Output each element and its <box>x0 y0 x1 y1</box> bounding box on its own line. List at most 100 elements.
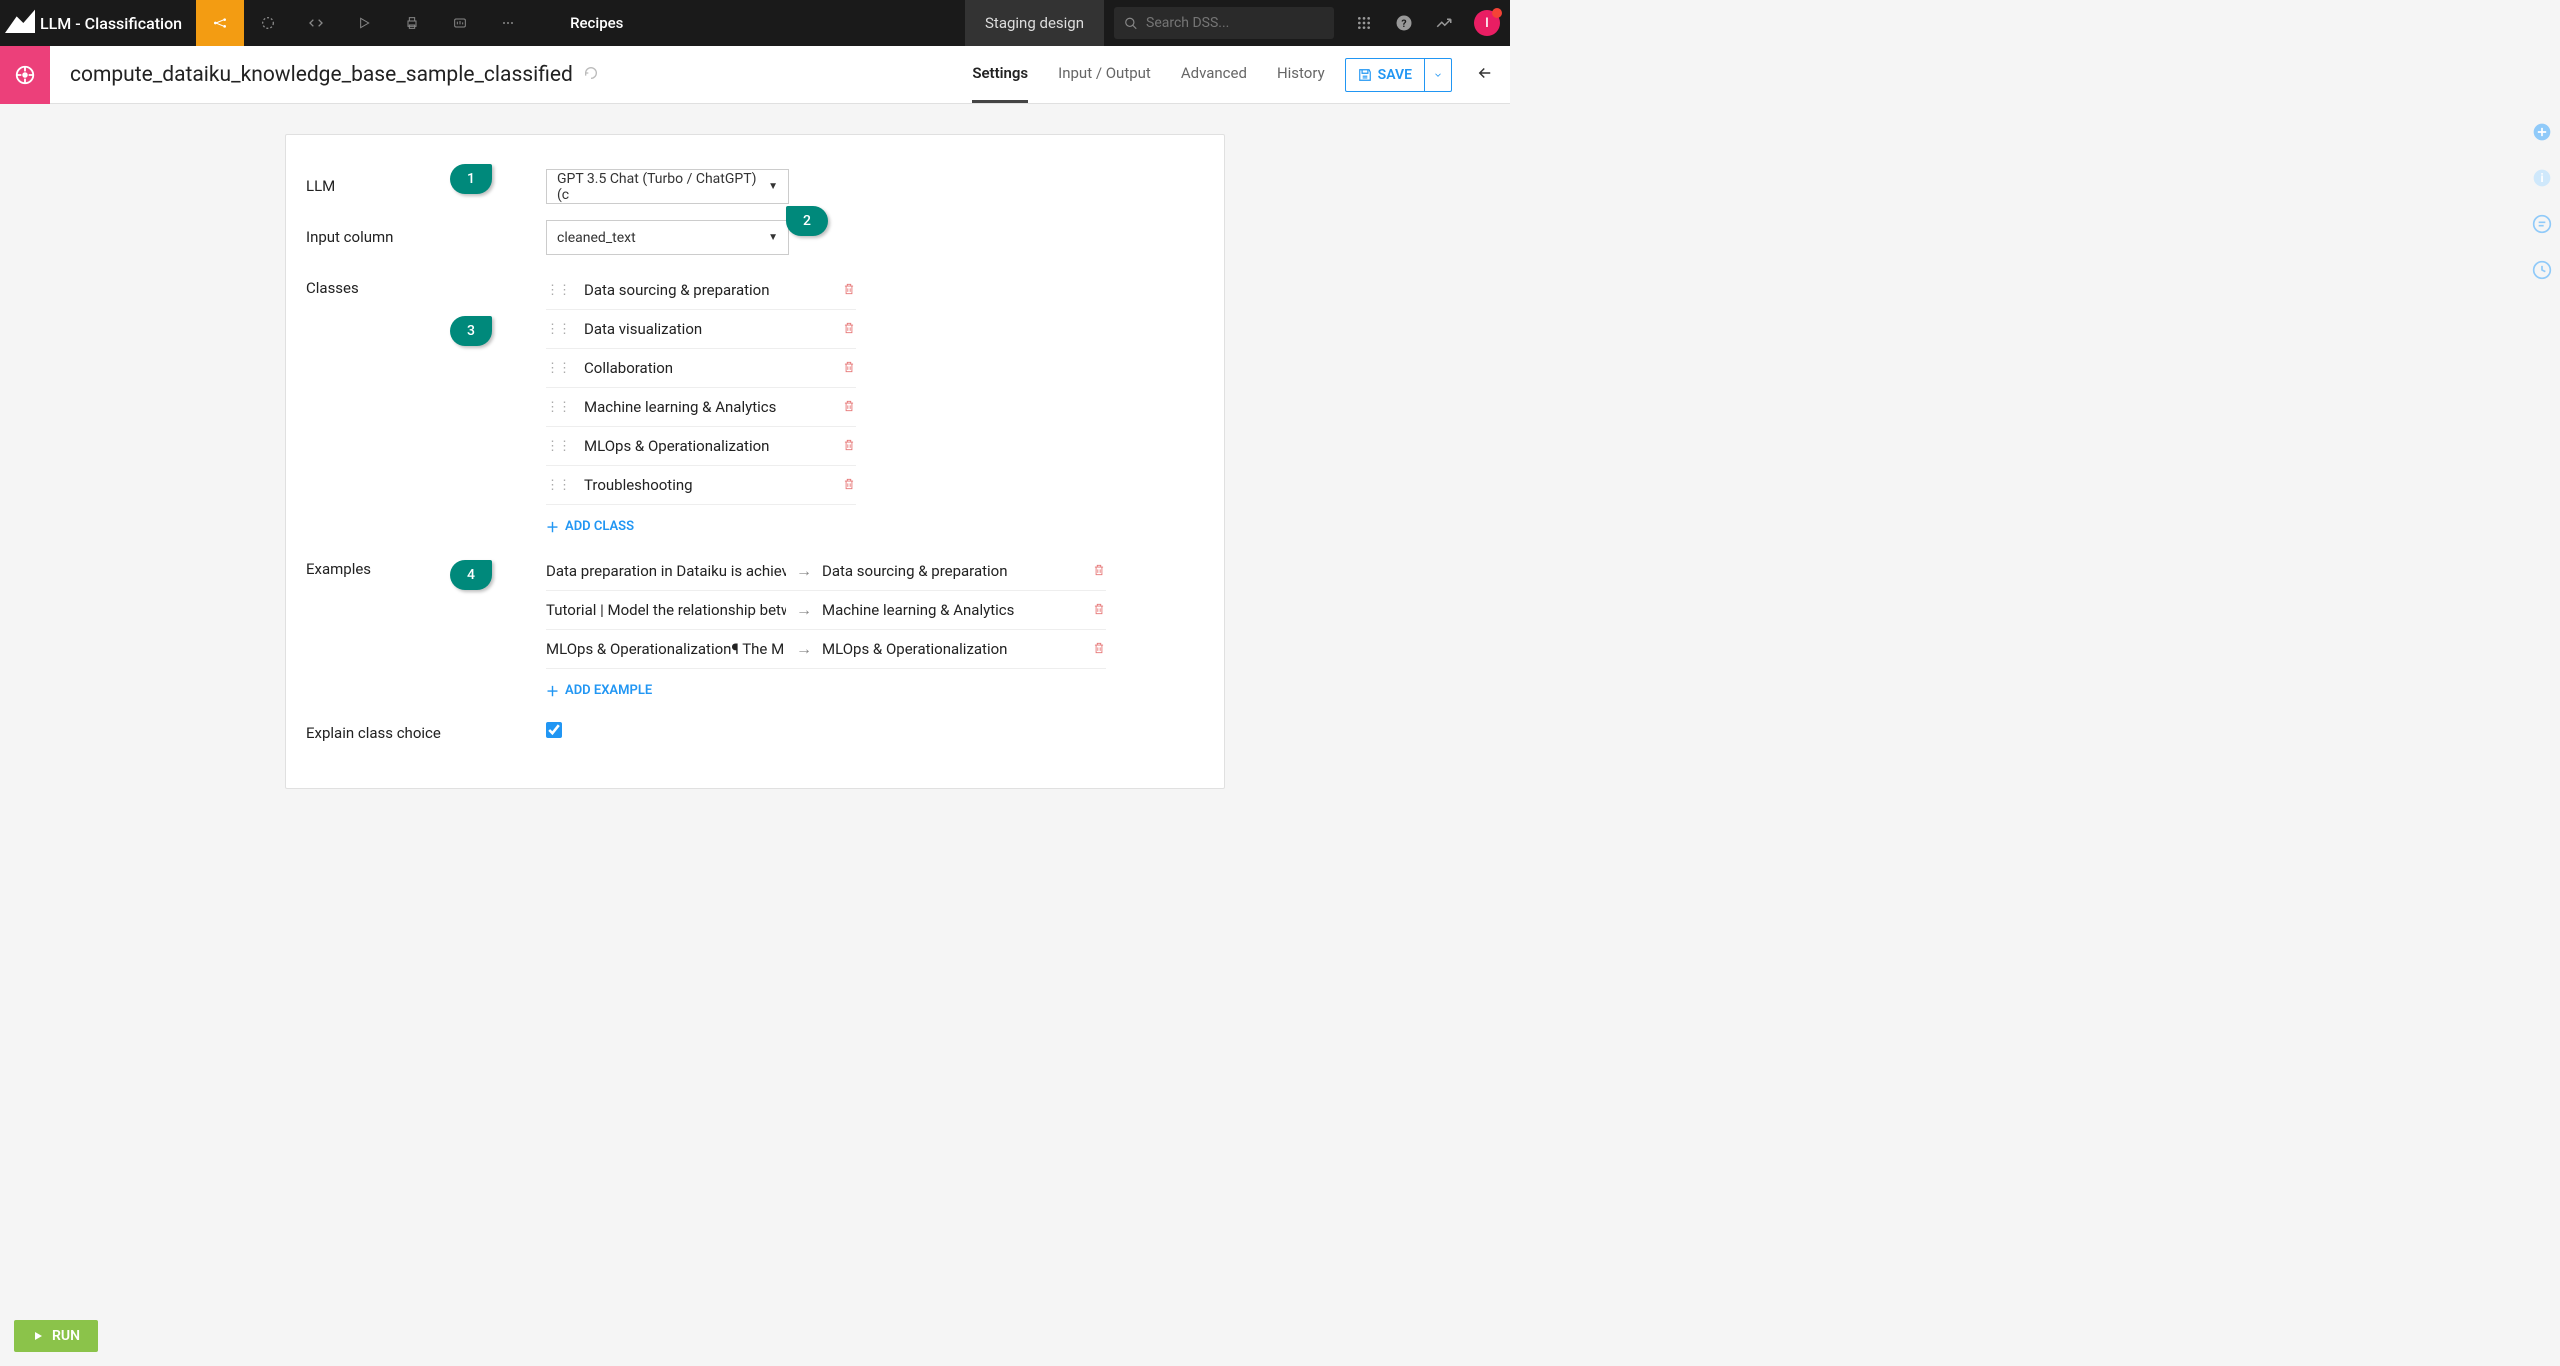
info-circle-icon[interactable]: i <box>2530 166 2554 190</box>
recipe-type-icon <box>0 46 50 104</box>
drag-handle-icon[interactable]: ⋮⋮ <box>546 439 570 454</box>
refresh-icon[interactable] <box>583 65 599 85</box>
clock-circle-icon[interactable] <box>2530 258 2554 282</box>
search-input[interactable] <box>1146 15 1324 31</box>
llm-label: LLM <box>306 169 546 195</box>
trash-icon[interactable] <box>1092 562 1106 581</box>
search-box[interactable] <box>1114 7 1334 39</box>
recipes-label[interactable]: Recipes <box>570 14 623 32</box>
example-output[interactable]: Machine learning & Analytics <box>822 601 1082 619</box>
drag-handle-icon[interactable]: ⋮⋮ <box>546 400 570 415</box>
example-output[interactable]: Data sourcing & preparation <box>822 562 1082 580</box>
sub-header: compute_dataiku_knowledge_base_sample_cl… <box>0 46 1510 104</box>
save-label: SAVE <box>1378 67 1412 83</box>
class-name[interactable]: MLOps & Operationalization <box>584 437 842 455</box>
trash-icon[interactable] <box>842 398 856 417</box>
explain-label: Explain class choice <box>306 716 546 742</box>
class-row: ⋮⋮ Data sourcing & preparation <box>546 271 856 310</box>
classes-label: Classes <box>306 271 546 297</box>
staging-button[interactable]: Staging design <box>965 0 1104 46</box>
class-name[interactable]: Machine learning & Analytics <box>584 398 842 416</box>
tab-input-output[interactable]: Input / Output <box>1058 46 1151 103</box>
arrow-right-icon: → <box>796 561 812 581</box>
add-example-button[interactable]: ＋ADD EXAMPLE <box>546 681 1106 700</box>
callout-2: 2 <box>786 206 828 236</box>
page-title: LLM - Classification <box>40 14 196 33</box>
example-row: Tutorial | Model the relationship betw → M… <box>546 591 1106 630</box>
class-row: ⋮⋮ Collaboration <box>546 349 856 388</box>
class-row: ⋮⋮ Troubleshooting <box>546 466 856 505</box>
run-label: RUN <box>52 1328 80 1344</box>
example-input[interactable]: Tutorial | Model the relationship betw <box>546 601 786 619</box>
plus-circle-icon[interactable] <box>2530 120 2554 144</box>
tab-history[interactable]: History <box>1277 46 1325 103</box>
trash-icon[interactable] <box>1092 601 1106 620</box>
drag-handle-icon[interactable]: ⋮⋮ <box>546 478 570 493</box>
chevron-down-icon: ▼ <box>768 232 778 243</box>
trash-icon[interactable] <box>842 359 856 378</box>
explain-checkbox[interactable] <box>546 722 562 738</box>
arrow-right-icon: → <box>796 600 812 620</box>
flow-icon[interactable] <box>196 0 244 46</box>
callout-4: 4 <box>450 560 492 590</box>
examples-label: Examples <box>306 552 546 578</box>
run-button[interactable]: RUN <box>14 1320 98 1352</box>
drag-handle-icon[interactable]: ⋮⋮ <box>546 361 570 376</box>
plus-icon: ＋ <box>546 517 559 536</box>
example-output[interactable]: MLOps & Operationalization <box>822 640 1082 658</box>
print-icon[interactable] <box>388 0 436 46</box>
trash-icon[interactable] <box>842 320 856 339</box>
trash-icon[interactable] <box>1092 640 1106 659</box>
right-rail: i <box>2530 120 2554 282</box>
input-column-value: cleaned_text <box>557 230 636 246</box>
save-button[interactable]: SAVE <box>1345 58 1452 92</box>
apps-icon[interactable] <box>1344 15 1384 31</box>
code-icon[interactable] <box>292 0 340 46</box>
chevron-down-icon: ▼ <box>768 181 778 192</box>
logo-icon[interactable] <box>0 3 40 43</box>
class-row: ⋮⋮ MLOps & Operationalization <box>546 427 856 466</box>
llm-select[interactable]: GPT 3.5 Chat (Turbo / ChatGPT) (c ▼ <box>546 169 789 204</box>
input-column-select[interactable]: cleaned_text ▼ <box>546 220 789 255</box>
back-arrow-icon[interactable] <box>1460 64 1510 86</box>
class-name[interactable]: Troubleshooting <box>584 476 842 494</box>
tab-nav: Settings Input / Output Advanced History <box>972 46 1324 103</box>
settings-panel: LLM GPT 3.5 Chat (Turbo / ChatGPT) (c ▼ … <box>285 134 1225 789</box>
tab-advanced[interactable]: Advanced <box>1181 46 1247 103</box>
more-icon[interactable] <box>484 0 532 46</box>
add-class-button[interactable]: ＋ADD CLASS <box>546 517 856 536</box>
svg-text:?: ? <box>1401 17 1406 30</box>
circle-icon[interactable] <box>244 0 292 46</box>
class-row: ⋮⋮ Machine learning & Analytics <box>546 388 856 427</box>
recipe-name: compute_dataiku_knowledge_base_sample_cl… <box>70 63 573 87</box>
dashboard-icon[interactable] <box>436 0 484 46</box>
help-icon[interactable]: ? <box>1384 14 1424 32</box>
example-row: Data preparation in Dataiku is achiev → Da… <box>546 552 1106 591</box>
input-column-label: Input column <box>306 220 546 246</box>
trend-icon[interactable] <box>1424 14 1464 32</box>
drag-handle-icon[interactable]: ⋮⋮ <box>546 283 570 298</box>
example-input[interactable]: Data preparation in Dataiku is achiev <box>546 562 786 580</box>
class-name[interactable]: Data sourcing & preparation <box>584 281 842 299</box>
avatar[interactable]: I <box>1474 10 1500 36</box>
trash-icon[interactable] <box>842 476 856 495</box>
example-input[interactable]: MLOps & Operationalization¶ The M <box>546 640 786 658</box>
callout-1: 1 <box>450 164 492 194</box>
top-bar: LLM - Classification Recipes Staging des… <box>0 0 1510 46</box>
class-name[interactable]: Collaboration <box>584 359 842 377</box>
trash-icon[interactable] <box>842 437 856 456</box>
example-row: MLOps & Operationalization¶ The M → MLOps … <box>546 630 1106 669</box>
tab-settings[interactable]: Settings <box>972 46 1028 103</box>
chat-circle-icon[interactable] <box>2530 212 2554 236</box>
callout-3: 3 <box>450 316 492 346</box>
play-outline-icon[interactable] <box>340 0 388 46</box>
svg-text:i: i <box>2540 171 2543 185</box>
drag-handle-icon[interactable]: ⋮⋮ <box>546 322 570 337</box>
class-name[interactable]: Data visualization <box>584 320 842 338</box>
save-dropdown-icon[interactable] <box>1424 59 1451 91</box>
class-row: ⋮⋮ Data visualization <box>546 310 856 349</box>
plus-icon: ＋ <box>546 681 559 700</box>
trash-icon[interactable] <box>842 281 856 300</box>
arrow-right-icon: → <box>796 639 812 659</box>
llm-value: GPT 3.5 Chat (Turbo / ChatGPT) (c <box>557 171 768 203</box>
